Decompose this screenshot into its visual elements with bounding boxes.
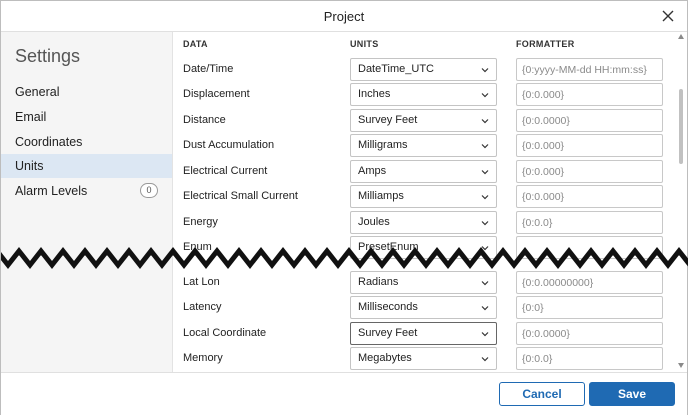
title-bar: Project [1,1,687,32]
sidebar-item-label: Coordinates [15,135,83,149]
row-label: Date/Time [183,63,234,75]
settings-sidebar: Settings General Email Coordinates Units… [1,32,173,372]
formatter-input[interactable] [516,236,663,259]
unit-select-value: Survey Feet [358,114,418,126]
chevron-down-icon [481,144,489,149]
row-label: Latency [183,301,222,313]
scroll-thumb[interactable] [679,89,683,164]
unit-select[interactable]: Survey Feet [350,109,497,132]
row-label: Electrical Current [183,165,268,177]
unit-select[interactable]: Amps [350,160,497,183]
close-icon [662,10,674,22]
formatter-input[interactable] [516,134,663,157]
scroll-down-icon[interactable] [678,363,684,368]
sidebar-item-units[interactable]: Units [1,154,172,178]
alarm-count-badge: 0 [140,183,158,198]
row-label: Lat Lon [183,276,220,288]
row-label: Electrical Small Current [183,190,298,202]
unit-select[interactable]: Milliamps [350,185,497,208]
row-label: Dust Accumulation [183,139,275,151]
unit-select-value: Milliseconds [358,301,418,313]
sidebar-heading: Settings [15,46,81,66]
formatter-input[interactable] [516,109,663,132]
formatter-input[interactable] [516,83,663,106]
sidebar-item-label: Units [15,159,44,173]
sidebar-item-label: Email [15,110,47,124]
unit-select-value: Inches [358,88,391,100]
chevron-down-icon [481,281,489,286]
formatter-input[interactable] [516,160,663,183]
unit-select-value: Milligrams [358,139,408,151]
unit-select-value: Milliamps [358,190,404,202]
cancel-button[interactable]: Cancel [499,382,585,406]
dialog-footer: Cancel Save [1,372,687,415]
unit-select[interactable]: Milligrams [350,134,497,157]
units-panel: DATA UNITS FORMATTER Date/Time DateTime_U… [174,32,687,372]
chevron-down-icon [481,170,489,175]
row-label: Energy [183,216,218,228]
unit-select[interactable]: Joules [350,211,497,234]
formatter-input[interactable] [516,322,663,345]
column-header-data: DATA [183,39,208,49]
sidebar-item-alarm-levels[interactable]: Alarm Levels 0 [1,179,172,203]
formatter-input[interactable] [516,58,663,81]
project-dialog: Project Settings General Email Coordinat… [0,0,688,415]
dialog-title: Project [323,9,365,24]
chevron-down-icon [481,332,489,337]
unit-select-value: Amps [358,165,387,177]
chevron-down-icon [481,246,489,251]
chevron-down-icon [481,306,489,311]
unit-select[interactable]: Radians [350,271,497,294]
unit-select-value: Joules [358,216,390,228]
chevron-down-icon [481,119,489,124]
sidebar-item-coordinates[interactable]: Coordinates [1,130,172,154]
chevron-down-icon [481,221,489,226]
unit-select[interactable]: Milliseconds [350,296,497,319]
sidebar-item-general[interactable]: General [1,80,172,104]
chevron-down-icon [481,195,489,200]
row-label: Enum [183,241,212,253]
unit-select[interactable]: DateTime_UTC [350,58,497,81]
formatter-input[interactable] [516,347,663,370]
chevron-down-icon [481,357,489,362]
row-label: Local Coordinate [183,327,267,339]
formatter-input[interactable] [516,185,663,208]
formatter-input[interactable] [516,271,663,294]
column-header-units: UNITS [350,39,379,49]
unit-select[interactable]: Survey Feet [350,322,497,345]
scroll-up-icon[interactable] [678,34,684,39]
save-button[interactable]: Save [589,382,675,406]
unit-select[interactable]: Inches [350,83,497,106]
vertical-scrollbar[interactable] [677,32,685,372]
row-label: Memory [183,352,223,364]
formatter-input[interactable] [516,296,663,319]
formatter-input[interactable] [516,211,663,234]
sidebar-item-label: General [15,85,60,99]
chevron-down-icon [481,93,489,98]
unit-select-value: DateTime_UTC [358,63,434,75]
chevron-down-icon [481,68,489,73]
column-header-formatter: FORMATTER [516,39,575,49]
unit-select-value: PresetEnum [358,241,419,253]
close-button[interactable] [659,7,677,25]
row-label: Displacement [183,88,250,100]
row-label: Distance [183,114,226,126]
unit-select-value: Survey Feet [358,327,418,339]
unit-select-value: Radians [358,276,399,288]
unit-select-value: Megabytes [358,352,412,364]
unit-select[interactable]: Megabytes [350,347,497,370]
unit-select[interactable]: PresetEnum [350,236,497,259]
sidebar-item-email[interactable]: Email [1,105,172,129]
sidebar-item-label: Alarm Levels [15,184,88,198]
